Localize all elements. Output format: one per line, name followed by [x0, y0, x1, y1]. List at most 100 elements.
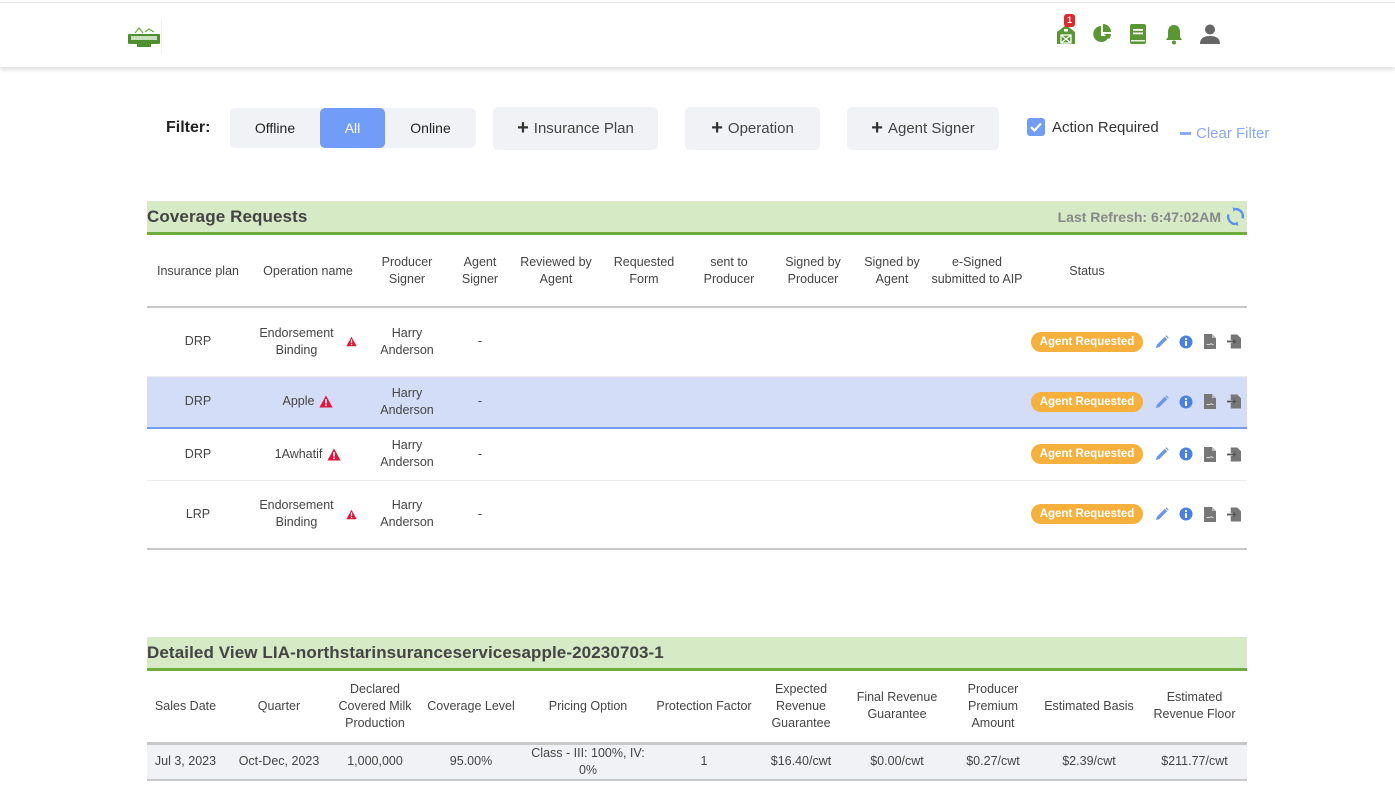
add-agent-signer-filter-button[interactable]: + Agent Signer [847, 107, 999, 150]
col-estimated-revenue-floor[interactable]: Estimated Revenue Floor [1142, 671, 1247, 743]
pdf-document-icon[interactable] [1203, 446, 1217, 462]
col-declared-milk-production[interactable]: Declared Covered Milk Production [334, 671, 416, 743]
col-requested-form[interactable]: Requested Form [599, 236, 689, 307]
col-sales-date[interactable]: Sales Date [147, 671, 224, 743]
operation-name-wrap: 1Awhatif [249, 446, 367, 463]
add-operation-filter-button[interactable]: + Operation [685, 107, 820, 150]
filter-offline-button[interactable]: Offline [230, 108, 320, 148]
clear-filter-link[interactable]: Clear Filter [1180, 125, 1269, 142]
warning-icon[interactable] [327, 448, 341, 461]
col-final-revenue-guarantee[interactable]: Final Revenue Guarantee [844, 671, 950, 743]
checkmark-icon [1030, 122, 1042, 132]
operation-name-wrap: Endorsement Binding [249, 325, 367, 359]
status-badge: Agent Requested [1030, 331, 1144, 352]
edit-pencil-icon[interactable] [1155, 506, 1169, 522]
warning-icon[interactable] [319, 395, 334, 408]
cell-coverage-level: 95.00% [449, 754, 493, 768]
col-operation-name[interactable]: Operation name [249, 236, 367, 307]
add-insurance-plan-filter-button[interactable]: + Insurance Plan [493, 107, 658, 150]
cell-producer-signer: Harry Anderson [380, 325, 434, 357]
table-row[interactable]: DRP 1Awhatif Harry Anderson - Agent Reque… [147, 428, 1247, 480]
cell-sales-date: Jul 3, 2023 [154, 754, 217, 768]
col-protection-factor[interactable]: Protection Factor [650, 671, 758, 743]
operation-name-wrap: Endorsement Binding [249, 497, 367, 531]
col-producer-signer[interactable]: Producer Signer [367, 236, 447, 307]
file-import-icon[interactable] [1227, 506, 1241, 522]
cell-operation-name: 1Awhatif [249, 428, 367, 480]
status-badge: Agent Requested [1030, 444, 1144, 465]
edit-pencil-icon[interactable] [1155, 394, 1169, 410]
action-required-label[interactable]: Action Required [1052, 119, 1159, 136]
cell-esigned [927, 307, 1027, 376]
col-esigned-submitted[interactable]: e-Signed submitted to AIP [927, 236, 1027, 307]
cell-declared-milk-production: 1,000,000 [347, 754, 403, 768]
filter-online-button[interactable]: Online [385, 108, 476, 148]
filter-bar: Filter: Offline All Online + Insurance P… [166, 107, 1276, 150]
cell-sent-to-producer [689, 480, 769, 549]
col-expected-revenue-guarantee[interactable]: Expected Revenue Guarantee [758, 671, 844, 743]
info-icon[interactable] [1179, 334, 1193, 350]
cell-signed-by-agent [857, 480, 927, 549]
table-row[interactable]: DRP Endorsement Binding Harry Anderson - A… [147, 307, 1247, 376]
plus-icon: + [711, 116, 723, 139]
edit-pencil-icon[interactable] [1155, 334, 1169, 350]
col-producer-premium-amount[interactable]: Producer Premium Amount [950, 671, 1036, 743]
cell-producer-premium-amount: $0.27/cwt [966, 754, 1020, 768]
file-import-icon[interactable] [1227, 394, 1241, 410]
status-badge: Agent Requested [1030, 504, 1144, 525]
cell-reviewed-by-agent [513, 376, 599, 428]
cell-final-revenue-guarantee: $0.00/cwt [870, 754, 924, 768]
action-required-checkbox[interactable] [1027, 118, 1045, 136]
col-signed-by-producer[interactable]: Signed by Producer [769, 236, 857, 307]
cell-quarter: Oct-Dec, 2023 [238, 754, 320, 768]
pdf-document-icon[interactable] [1203, 394, 1217, 410]
cell-status: Agent Requested [1027, 376, 1147, 428]
col-quarter[interactable]: Quarter [224, 671, 334, 743]
refresh-icon[interactable] [1226, 207, 1245, 226]
file-import-icon[interactable] [1227, 446, 1241, 462]
cell-requested-form [599, 428, 689, 480]
col-pricing-option[interactable]: Pricing Option [526, 671, 650, 743]
col-signed-by-agent[interactable]: Signed by Agent [857, 236, 927, 307]
operation-name: Endorsement Binding [259, 498, 334, 530]
col-agent-signer[interactable]: Agent Signer [447, 236, 513, 307]
warning-icon[interactable] [345, 335, 357, 348]
cell-estimated-basis: $2.39/cwt [1062, 754, 1116, 768]
last-refresh-text: Last Refresh: 6:47:02AM [1057, 208, 1221, 225]
pdf-document-icon[interactable] [1203, 506, 1217, 522]
company-logo[interactable] [127, 19, 162, 55]
col-estimated-basis[interactable]: Estimated Basis [1036, 671, 1142, 743]
info-icon[interactable] [1179, 446, 1193, 462]
cell-reviewed-by-agent [513, 480, 599, 549]
col-reviewed-by-agent[interactable]: Reviewed by Agent [513, 236, 599, 307]
edit-pencil-icon[interactable] [1155, 446, 1169, 462]
nav-reports[interactable] [1084, 21, 1120, 51]
operation-name-wrap: Apple [249, 393, 367, 410]
status-badge: Agent Requested [1030, 391, 1144, 412]
col-insurance-plan[interactable]: Insurance plan [147, 236, 249, 307]
info-icon[interactable] [1179, 506, 1193, 522]
table-row[interactable]: DRP Apple Harry Anderson - Agent Requeste… [147, 376, 1247, 428]
filter-label: Filter: [166, 119, 211, 136]
table-row: Jul 3, 2023 Oct-Dec, 2023 1,000,000 95.00% C… [147, 743, 1247, 780]
nav-barn[interactable]: 1 [1048, 14, 1084, 51]
warning-icon[interactable] [345, 508, 357, 521]
pdf-document-icon[interactable] [1203, 334, 1217, 350]
col-status[interactable]: Status [1027, 236, 1147, 307]
filter-all-button[interactable]: All [320, 108, 385, 148]
action-required-filter: Action Required [1027, 118, 1159, 136]
nav-book[interactable] [1120, 21, 1156, 51]
nav-notifications[interactable] [1156, 21, 1192, 51]
file-import-icon[interactable] [1227, 334, 1241, 350]
table-row[interactable]: LRP Endorsement Binding Harry Anderson - A… [147, 480, 1247, 549]
col-sent-to-producer[interactable]: sent to Producer [689, 236, 769, 307]
user-icon [1199, 23, 1221, 50]
coverage-requests-title: Coverage Requests [147, 206, 308, 226]
nav-user-profile[interactable] [1192, 21, 1228, 51]
info-icon[interactable] [1179, 394, 1193, 410]
cell-producer-signer: Harry Anderson [380, 498, 434, 530]
col-actions [1147, 236, 1247, 307]
col-coverage-level[interactable]: Coverage Level [416, 671, 526, 743]
pie-chart-icon [1091, 23, 1113, 50]
cell-requested-form [599, 307, 689, 376]
